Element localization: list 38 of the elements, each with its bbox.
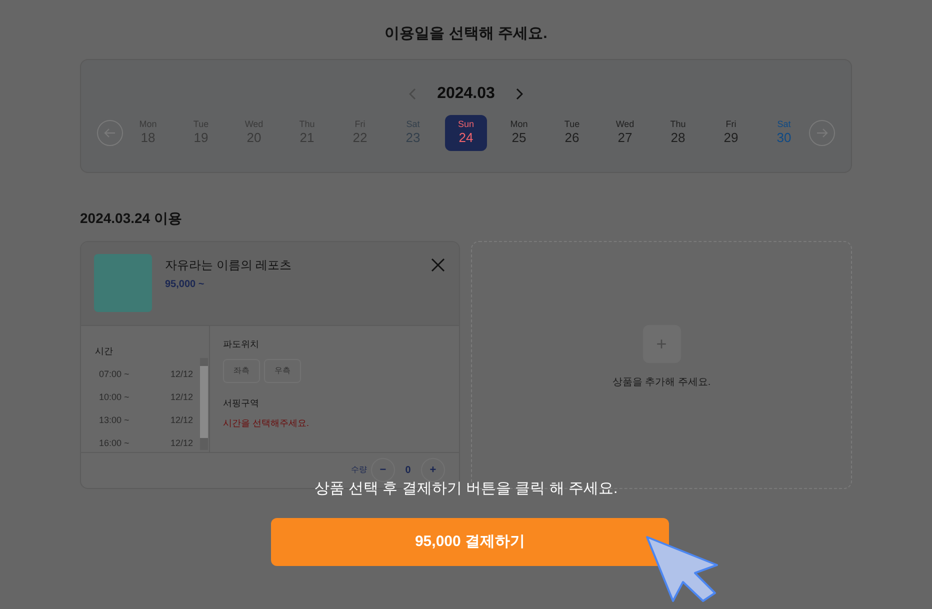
arrow-left-icon	[104, 128, 116, 138]
chevron-right-icon[interactable]	[514, 88, 523, 100]
add-product-text: 상품을 추가해 주세요.	[612, 376, 711, 390]
month-title: 2024.03	[437, 84, 495, 104]
add-button[interactable]: +	[642, 325, 680, 363]
cursor-arrow-icon	[645, 535, 719, 603]
wave-label: 파도위치	[223, 338, 260, 350]
time-slot[interactable]: 13:00 ~ 12/12	[95, 414, 193, 428]
scrollbar[interactable]	[200, 358, 208, 450]
quantity-label: 수량	[351, 464, 367, 476]
quantity-value: 0	[404, 464, 412, 478]
time-label: 시간	[95, 344, 113, 358]
time-slot[interactable]: 10:00 ~ 12/12	[95, 390, 193, 404]
time-slot[interactable]: 07:00 ~ 12/12	[95, 368, 193, 382]
minus-button[interactable]: −	[371, 458, 395, 482]
prev-week-button[interactable]	[97, 120, 123, 146]
product-name: 자유라는 이름의 레포츠	[165, 256, 292, 274]
zone-label: 서핑구역	[223, 397, 260, 410]
date-option[interactable]: Thu 28	[657, 114, 699, 150]
date-option[interactable]: Sun 24	[445, 114, 487, 150]
arrow-right-icon	[816, 128, 828, 138]
photo-placeholder	[94, 254, 152, 312]
date-option[interactable]: Tue 26	[551, 114, 593, 150]
close-icon	[431, 258, 445, 272]
page-heading: 이용일을 선택해 주세요.	[384, 24, 548, 44]
plus-button[interactable]: +	[421, 458, 445, 482]
date-option[interactable]: Mon 25	[498, 114, 540, 150]
pay-button[interactable]: 95,000 결제하기	[271, 518, 669, 566]
date-option[interactable]: Sat 30	[763, 114, 805, 150]
section-title: 2024.03.24 이용	[80, 208, 182, 228]
date-option[interactable]: Fri 29	[710, 114, 752, 150]
time-slot[interactable]: 16:00 ~ 12/12	[95, 436, 193, 450]
chevron-left-icon[interactable]	[409, 88, 418, 100]
next-week-button[interactable]	[809, 120, 835, 146]
product-price: 95,000 ~	[165, 278, 206, 292]
close-button[interactable]	[431, 258, 445, 272]
date-option[interactable]: Wed 27	[604, 114, 646, 150]
zone-message: 시간을 선택해주세요.	[223, 416, 310, 430]
